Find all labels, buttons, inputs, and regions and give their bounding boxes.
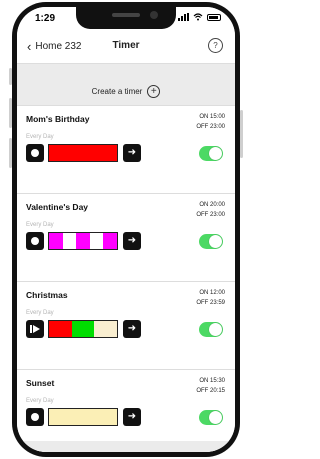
color-strip[interactable] — [48, 320, 118, 338]
empty-area — [17, 441, 235, 452]
screen: 1:29 ‹ Home 232 Timer ? Create a timer +… — [17, 7, 235, 452]
timer-on-time: ON 12:00 — [199, 290, 225, 296]
timer-on-time: ON 15:00 — [199, 114, 225, 120]
timer-card[interactable]: Valentine's Day ON 20:00 OFF 23:00 Every… — [17, 193, 235, 282]
toggle-knob — [209, 147, 222, 160]
status-time: 1:29 — [35, 13, 56, 24]
timer-name: Mom's Birthday — [26, 114, 90, 124]
timer-name: Valentine's Day — [26, 202, 89, 212]
status-icons — [178, 13, 221, 21]
notch — [76, 7, 176, 29]
timer-off-time: OFF 23:00 — [196, 212, 225, 218]
timer-name: Christmas — [26, 290, 68, 300]
circle-icon[interactable] — [26, 144, 44, 162]
timer-card[interactable]: Christmas ON 12:00 OFF 23:59 Every Day ➜ — [17, 281, 235, 370]
circle-icon[interactable] — [26, 408, 44, 426]
front-camera — [150, 11, 158, 19]
timer-toggle[interactable] — [199, 322, 223, 337]
color-swatch — [103, 233, 117, 249]
timer-off-time: OFF 23:00 — [196, 124, 225, 130]
status-bar: 1:29 — [17, 7, 235, 31]
signal-icon — [178, 13, 189, 21]
color-strip[interactable] — [48, 144, 118, 162]
timer-toggle[interactable] — [199, 410, 223, 425]
page-title: Timer — [112, 40, 140, 51]
timer-card[interactable]: Mom's Birthday ON 15:00 OFF 23:00 Every … — [17, 105, 235, 194]
phone-frame: 1:29 ‹ Home 232 Timer ? Create a timer +… — [12, 2, 240, 457]
color-strip[interactable] — [48, 408, 118, 426]
timer-repeat: Every Day — [26, 398, 54, 404]
timer-on-time: ON 20:00 — [199, 202, 225, 208]
timer-repeat: Every Day — [26, 134, 54, 140]
timer-toggle[interactable] — [199, 234, 223, 249]
color-swatch — [76, 233, 90, 249]
plus-icon: + — [147, 84, 161, 98]
color-swatch — [71, 321, 95, 337]
timer-card[interactable]: Sunset ON 15:30 OFF 20:15 Every Day ➜ — [17, 369, 235, 452]
wifi-icon — [193, 13, 203, 21]
color-swatch — [62, 233, 77, 249]
arrow-right-icon[interactable]: ➜ — [123, 408, 141, 426]
toggle-knob — [209, 235, 222, 248]
nav-bar: ‹ Home 232 Timer ? — [17, 31, 235, 64]
color-swatch — [49, 321, 72, 337]
color-swatch — [49, 409, 117, 425]
battery-icon — [207, 13, 221, 21]
color-swatch — [94, 321, 118, 337]
arrow-right-icon[interactable]: ➜ — [123, 320, 141, 338]
create-timer-label: Create a timer — [91, 86, 143, 96]
timer-repeat: Every Day — [26, 222, 54, 228]
color-strip[interactable] — [48, 232, 118, 250]
color-swatch — [89, 233, 104, 249]
timer-off-time: OFF 20:15 — [196, 388, 225, 394]
timer-name: Sunset — [26, 378, 55, 388]
toggle-knob — [209, 323, 222, 336]
timer-on-time: ON 15:30 — [199, 378, 225, 384]
arrow-right-icon[interactable]: ➜ — [123, 144, 141, 162]
play-icon[interactable] — [26, 320, 44, 338]
create-timer-button[interactable]: Create a timer + — [17, 79, 235, 103]
help-icon[interactable]: ? — [208, 38, 223, 53]
arrow-right-icon[interactable]: ➜ — [123, 232, 141, 250]
color-swatch — [49, 145, 117, 161]
speaker — [112, 13, 140, 17]
color-swatch — [49, 233, 63, 249]
timer-off-time: OFF 23:59 — [196, 300, 225, 306]
power-button — [240, 110, 243, 158]
circle-icon[interactable] — [26, 232, 44, 250]
timer-toggle[interactable] — [199, 146, 223, 161]
toggle-knob — [209, 411, 222, 424]
timer-repeat: Every Day — [26, 310, 54, 316]
